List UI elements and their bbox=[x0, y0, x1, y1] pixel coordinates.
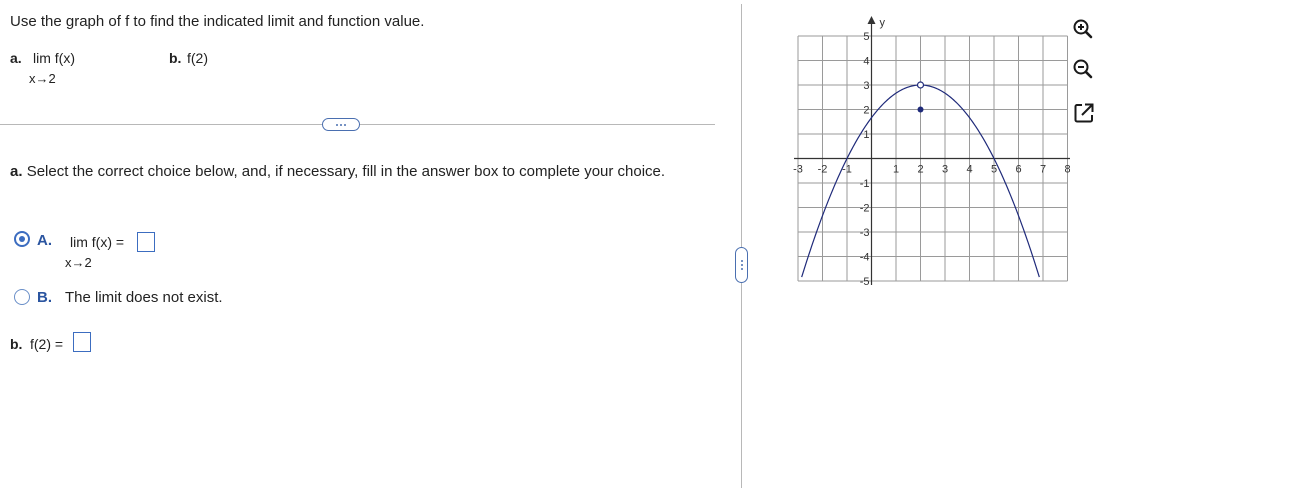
answer-prompt-b-text: f(2) = bbox=[30, 336, 64, 352]
x-tick-label: 2 bbox=[917, 164, 923, 176]
y-tick-label: -4 bbox=[860, 252, 870, 264]
pop-out-icon[interactable] bbox=[1072, 101, 1096, 125]
choice-b-radio[interactable] bbox=[14, 289, 30, 305]
choice-b-letter: B. bbox=[37, 289, 52, 306]
part-a-limit: lim f(x) bbox=[33, 50, 75, 66]
y-tick-label: 4 bbox=[863, 56, 869, 68]
more-icon bbox=[323, 119, 359, 130]
y-tick-label: -5 bbox=[860, 276, 870, 288]
y-tick-label: -1 bbox=[860, 178, 870, 190]
y-axis-label: y bbox=[880, 17, 886, 29]
y-tick-label: 1 bbox=[863, 129, 869, 141]
x-tick-label: 4 bbox=[966, 164, 972, 176]
zoom-in-icon[interactable] bbox=[1071, 17, 1095, 41]
answer-prompt-a-text: Select the correct choice below, and, if… bbox=[26, 163, 666, 180]
y-axis-arrow-icon bbox=[867, 16, 876, 24]
x-tick-label: 5 bbox=[991, 164, 997, 176]
drag-handle-icon bbox=[736, 248, 747, 282]
x-tick-label: 3 bbox=[942, 164, 948, 176]
x-tick-label: 1 bbox=[893, 164, 899, 176]
function-value-answer-box[interactable] bbox=[73, 332, 91, 352]
expand-button[interactable] bbox=[322, 118, 360, 131]
y-tick-label: 3 bbox=[863, 80, 869, 92]
choice-a-limit-sub: x→2 bbox=[65, 255, 92, 270]
open-point bbox=[916, 81, 925, 89]
answer-prompt-a: a. Select the correct choice below, and,… bbox=[10, 162, 690, 182]
x-tick-label: -3 bbox=[793, 164, 803, 176]
part-a-label: a. bbox=[10, 50, 22, 66]
answer-prompt-a-label: a. bbox=[10, 163, 23, 180]
y-tick-label: 5 bbox=[863, 31, 869, 43]
y-tick-label: -2 bbox=[860, 203, 870, 215]
choice-b-text: The limit does not exist. bbox=[65, 289, 223, 306]
tick-labels: -3 -2 -1 1 2 3 4 5 6 7 854321-1-2-3-4-5 bbox=[793, 31, 1070, 288]
panel-splitter bbox=[741, 4, 742, 488]
choice-a-radio[interactable] bbox=[14, 231, 30, 247]
zoom-out-icon[interactable] bbox=[1071, 57, 1095, 81]
closed-point bbox=[917, 106, 924, 113]
splitter-handle[interactable] bbox=[735, 247, 748, 283]
x-tick-label: -2 bbox=[818, 164, 828, 176]
instruction-text: Use the graph of f to find the indicated… bbox=[10, 13, 425, 30]
answer-prompt-b-label: b. bbox=[10, 336, 23, 352]
part-b-value: f(2) bbox=[187, 50, 208, 66]
part-b-label: b. bbox=[169, 50, 182, 66]
x-tick-label: 6 bbox=[1015, 164, 1021, 176]
part-a-limit-sub: x→2 bbox=[29, 71, 56, 86]
limit-answer-box[interactable] bbox=[137, 232, 155, 252]
choice-a-limit: lim f(x) = bbox=[70, 234, 125, 250]
y-tick-label: -3 bbox=[860, 227, 870, 239]
x-tick-label: 7 bbox=[1040, 164, 1046, 176]
y-tick-label: 2 bbox=[863, 105, 869, 117]
function-graph: xy -3-2-11234567854321-1-2-3-4-5 bbox=[793, 16, 1070, 288]
choice-a-letter: A. bbox=[37, 232, 52, 249]
x-tick-label: 8 bbox=[1064, 164, 1070, 176]
